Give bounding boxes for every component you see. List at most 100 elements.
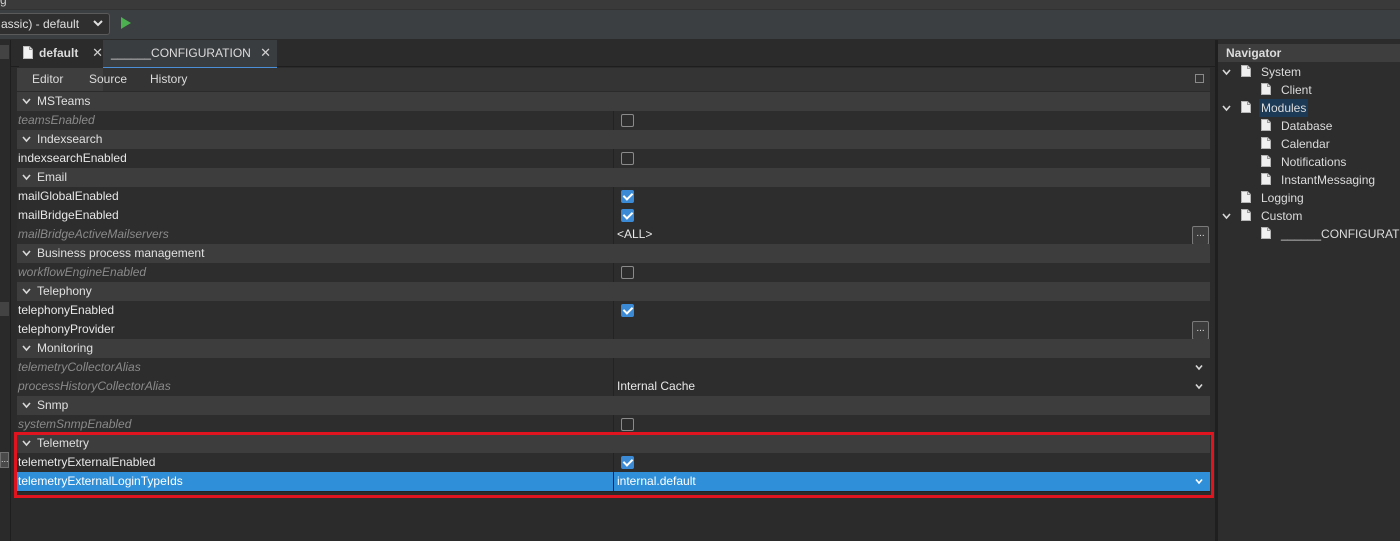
chevron-down-icon[interactable] <box>22 401 31 409</box>
property-checkbox[interactable] <box>621 114 634 127</box>
subtab-source[interactable]: Source <box>79 68 137 91</box>
navigator-item[interactable]: Custom <box>1261 207 1302 225</box>
top-truncated-text: g <box>0 0 7 7</box>
property-value-cell[interactable]: ... <box>613 320 1211 340</box>
property-checkbox[interactable] <box>621 304 634 317</box>
chevron-down-icon[interactable] <box>22 135 31 143</box>
category-row[interactable]: Email <box>17 168 1210 188</box>
property-value-cell[interactable] <box>613 263 1211 282</box>
property-checkbox[interactable] <box>621 152 634 165</box>
property-value-cell[interactable] <box>613 206 1211 225</box>
ellipsis-button[interactable]: ... <box>1192 226 1209 245</box>
category-row[interactable]: Monitoring <box>17 339 1210 359</box>
navigator-tree: System Client Modules Database Calendar Notif… <box>1218 63 1400 243</box>
chevron-down-icon[interactable] <box>22 344 31 352</box>
chevron-down-icon[interactable] <box>1222 68 1231 76</box>
play-icon[interactable] <box>120 16 132 30</box>
property-value-cell[interactable]: Internal Cache <box>613 377 1211 396</box>
chevron-down-icon[interactable] <box>22 249 31 257</box>
navigator-item[interactable]: ______CONFIGURATI <box>1281 225 1400 243</box>
property-row[interactable]: mailBridgeActiveMailservers <ALL>... <box>17 225 1210 245</box>
category-row[interactable]: Telephony <box>17 282 1210 302</box>
ellipsis-button[interactable]: ... <box>1192 321 1209 340</box>
category-label: Business process management <box>37 246 205 260</box>
property-row[interactable]: processHistoryCollectorAlias Internal Cac… <box>17 377 1210 397</box>
document-icon <box>1241 65 1251 77</box>
chevron-down-icon[interactable] <box>1222 212 1231 220</box>
tab-configuration[interactable]: ______CONFIGURATION ✕ <box>103 40 277 69</box>
navigator-item[interactable]: Client <box>1281 81 1312 99</box>
navigator-item[interactable]: Calendar <box>1281 135 1330 153</box>
property-row[interactable]: mailBridgeEnabled <box>17 206 1210 226</box>
navigator-item[interactable]: InstantMessaging <box>1281 171 1375 189</box>
property-value-cell[interactable] <box>613 149 1211 168</box>
editor-empty-area <box>17 500 1210 541</box>
property-name: teamsEnabled <box>18 113 95 127</box>
property-row[interactable]: telephonyProvider... <box>17 320 1210 340</box>
category-row[interactable]: Snmp <box>17 396 1210 416</box>
document-icon <box>1261 173 1271 185</box>
navigator-item[interactable]: Logging <box>1261 189 1304 207</box>
property-value-cell[interactable] <box>613 301 1211 320</box>
property-name: mailGlobalEnabled <box>18 189 119 203</box>
property-value-cell[interactable] <box>613 187 1211 206</box>
document-icon <box>1241 191 1251 203</box>
property-checkbox[interactable] <box>621 418 634 431</box>
category-label: Indexsearch <box>37 132 103 146</box>
category-label: Snmp <box>37 398 69 412</box>
property-row[interactable]: telephonyEnabled <box>17 301 1210 321</box>
property-checkbox[interactable] <box>621 209 634 222</box>
property-row[interactable]: workflowEngineEnabled <box>17 263 1210 283</box>
property-checkbox[interactable] <box>621 190 634 203</box>
property-row[interactable]: mailGlobalEnabled <box>17 187 1210 207</box>
property-name: telephonyEnabled <box>18 303 115 317</box>
category-row[interactable]: MSTeams <box>17 92 1210 112</box>
property-value-cell[interactable]: <ALL>... <box>613 225 1211 245</box>
close-icon[interactable]: ✕ <box>260 40 271 66</box>
subtab-history[interactable]: History <box>140 68 197 91</box>
property-name: mailBridgeEnabled <box>18 208 119 222</box>
document-icon <box>1261 155 1271 167</box>
property-name: workflowEngineEnabled <box>18 265 147 279</box>
window-top-strip <box>0 0 1400 9</box>
property-value-cell[interactable] <box>613 111 1211 130</box>
close-icon[interactable]: ✕ <box>92 40 103 66</box>
property-row[interactable]: telemetryCollectorAlias <box>17 358 1210 378</box>
document-icon <box>1261 227 1271 239</box>
category-label: Email <box>37 170 68 184</box>
navigator-title: Navigator <box>1226 46 1282 60</box>
tab-label: ______CONFIGURATION <box>111 46 251 60</box>
document-icon <box>1241 209 1251 221</box>
navigator-item[interactable]: System <box>1261 63 1301 81</box>
gutter-marker <box>0 302 9 316</box>
navigator-item[interactable]: Modules <box>1259 99 1309 117</box>
category-row[interactable]: Indexsearch <box>17 130 1210 150</box>
property-row[interactable]: indexsearchEnabled <box>17 149 1210 169</box>
document-icon <box>1261 137 1271 149</box>
category-label: MSTeams <box>37 94 91 108</box>
property-row[interactable]: teamsEnabled <box>17 111 1210 131</box>
property-value-cell[interactable] <box>613 358 1211 377</box>
maximize-icon[interactable] <box>1195 74 1204 83</box>
chevron-down-icon[interactable] <box>1195 364 1203 371</box>
chevron-down-icon[interactable] <box>1195 383 1203 390</box>
toolbar <box>0 9 1400 39</box>
navigator-item[interactable]: Database <box>1281 117 1332 135</box>
file-icon <box>23 46 33 59</box>
chevron-down-icon[interactable] <box>1222 104 1231 112</box>
gutter-ellipsis-button[interactable]: ... <box>0 452 9 468</box>
navigator-item[interactable]: Notifications <box>1281 153 1346 171</box>
property-name: processHistoryCollectorAlias <box>18 379 171 393</box>
chevron-down-icon[interactable] <box>22 173 31 181</box>
tab-default[interactable]: default ✕ <box>19 40 109 67</box>
highlight-annotation-box <box>14 432 1214 498</box>
category-row[interactable]: Business process management <box>17 244 1210 264</box>
property-name: indexsearchEnabled <box>18 151 127 165</box>
property-checkbox[interactable] <box>621 266 634 279</box>
document-icon <box>1261 83 1271 95</box>
chevron-down-icon[interactable] <box>22 97 31 105</box>
property-name: telephonyProvider <box>18 322 115 336</box>
property-name: mailBridgeActiveMailservers <box>18 227 169 241</box>
chevron-down-icon[interactable] <box>22 287 31 295</box>
editor-subtab-bar: Editor Source History <box>17 68 1210 91</box>
